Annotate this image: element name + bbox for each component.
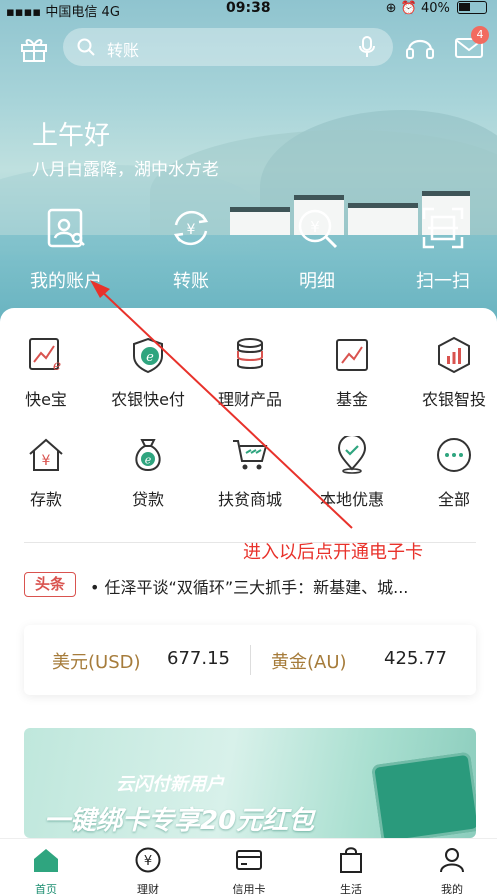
banner-line2: 一键绑卡专享20元红包 bbox=[44, 806, 315, 836]
search-icon bbox=[77, 38, 95, 56]
tab-home[interactable]: 首页 bbox=[16, 847, 76, 894]
service-label: 农银快e付 bbox=[111, 390, 185, 409]
service-label: 全部 bbox=[437, 490, 470, 509]
service-label: 扶贫商城 bbox=[217, 490, 282, 509]
svg-text:e: e bbox=[145, 454, 152, 467]
annotation-text: 进入以后点开通电子卡 bbox=[243, 542, 423, 563]
tab-label: 首页 bbox=[35, 883, 57, 894]
svg-text:¥: ¥ bbox=[187, 222, 196, 238]
usd-value: 677.15 bbox=[167, 648, 230, 669]
deposit-icon: ¥ bbox=[29, 438, 63, 471]
microphone-icon[interactable] bbox=[359, 36, 375, 58]
gold-value: 425.77 bbox=[384, 648, 447, 669]
svg-text:¥: ¥ bbox=[144, 854, 152, 869]
clock: 09:38 bbox=[226, 0, 271, 16]
service-label: 本地优惠 bbox=[319, 490, 384, 509]
headline-tag: 头条 bbox=[24, 572, 76, 597]
gift-icon[interactable] bbox=[20, 36, 48, 62]
service-label: 农银智投 bbox=[421, 390, 486, 409]
headset-icon[interactable] bbox=[405, 34, 435, 62]
rates-card[interactable]: 美元(USD) 677.15 黄金(AU) 425.77 bbox=[24, 625, 476, 695]
quick-action-transfer[interactable]: ¥ 转账 bbox=[131, 205, 251, 293]
bottom-tab-bar: 首页 ¥ 理财 信用卡 生活 我的 bbox=[0, 838, 497, 894]
tab-label: 生活 bbox=[340, 883, 362, 894]
carrier-label: 中国电信 bbox=[45, 5, 98, 20]
shopping-bag-icon bbox=[340, 847, 362, 873]
battery-icon bbox=[457, 1, 487, 14]
svg-text:¥: ¥ bbox=[42, 453, 51, 469]
tab-life[interactable]: 生活 bbox=[321, 847, 381, 894]
scan-icon bbox=[422, 207, 464, 249]
service-poverty-mall[interactable]: 扶贫商城 bbox=[200, 436, 300, 510]
profile-icon bbox=[440, 848, 464, 873]
yuan-icon: ¥ bbox=[135, 847, 161, 873]
service-smart-invest[interactable]: 农银智投 bbox=[404, 336, 497, 410]
quick-action-label: 转账 bbox=[173, 271, 209, 292]
service-local-offers[interactable]: 本地优惠 bbox=[302, 434, 402, 510]
service-kuaie-bao[interactable]: e 快e宝 bbox=[0, 336, 96, 410]
service-loan[interactable]: e 贷款 bbox=[98, 436, 198, 510]
svg-text:e: e bbox=[146, 350, 154, 365]
credit-card-icon bbox=[236, 850, 262, 870]
network-label: 4G bbox=[101, 5, 120, 20]
quick-action-details[interactable]: ¥ 明细 bbox=[257, 205, 377, 293]
tab-credit-card[interactable]: 信用卡 bbox=[219, 847, 279, 894]
banner-line1: 云闪付新用户 bbox=[116, 774, 224, 795]
kuaie-bao-icon: e bbox=[29, 338, 61, 374]
service-label: 快e宝 bbox=[25, 390, 67, 409]
tab-wealth[interactable]: ¥ 理财 bbox=[118, 847, 178, 894]
quick-action-label: 我的账户 bbox=[30, 271, 102, 292]
alarm-icon: ⏰ bbox=[400, 1, 417, 16]
headline-text[interactable]: • 任泽平谈“双循环”三大抓手：新基建、城... bbox=[90, 574, 480, 598]
account-icon bbox=[47, 208, 85, 248]
mail-badge: 4 bbox=[471, 26, 489, 44]
smart-invest-icon bbox=[438, 336, 470, 374]
loan-icon: e bbox=[135, 439, 161, 472]
svg-text:e: e bbox=[53, 358, 61, 374]
kuaie-pay-icon: e bbox=[133, 337, 163, 374]
local-offers-icon bbox=[337, 434, 367, 474]
wealth-product-icon bbox=[237, 338, 263, 369]
service-deposit[interactable]: ¥ 存款 bbox=[0, 436, 96, 510]
fund-icon bbox=[336, 339, 368, 371]
bank-card-illustration bbox=[370, 751, 476, 838]
service-all[interactable]: 全部 bbox=[404, 436, 497, 510]
greeting-subtitle: 八月白露降，湖中水方老 bbox=[32, 160, 219, 180]
service-label: 基金 bbox=[335, 390, 368, 409]
tab-label: 信用卡 bbox=[232, 883, 266, 894]
service-fund[interactable]: 基金 bbox=[302, 336, 402, 410]
lock-rotation-icon: ⊕ bbox=[385, 1, 397, 16]
search-bar[interactable]: 转账 bbox=[63, 28, 393, 66]
quick-action-my-account[interactable]: 我的账户 bbox=[6, 205, 126, 293]
quick-action-scan[interactable]: 扫一扫 bbox=[383, 205, 497, 293]
svg-text:¥: ¥ bbox=[310, 218, 320, 236]
service-label: 贷款 bbox=[131, 490, 164, 509]
search-input[interactable]: 转账 bbox=[107, 37, 139, 61]
tab-label: 我的 bbox=[441, 883, 463, 894]
tab-mine[interactable]: 我的 bbox=[422, 847, 482, 894]
service-label: 存款 bbox=[29, 490, 62, 509]
home-icon bbox=[34, 849, 58, 872]
quick-action-label: 扫一扫 bbox=[416, 271, 470, 292]
usd-label: 美元(USD) bbox=[52, 652, 141, 673]
tab-label: 理财 bbox=[137, 883, 159, 894]
greeting-title: 上午好 bbox=[32, 121, 111, 151]
details-icon: ¥ bbox=[298, 209, 338, 249]
transfer-icon: ¥ bbox=[173, 210, 209, 246]
poverty-mall-icon bbox=[233, 440, 268, 470]
service-wealth-product[interactable]: 理财产品 bbox=[200, 336, 300, 410]
battery-percent: 40% bbox=[420, 1, 450, 16]
service-kuaie-pay[interactable]: e 农银快e付 bbox=[98, 336, 198, 410]
signal-icon: ▪▪▪▪ bbox=[6, 5, 42, 20]
quick-action-label: 明细 bbox=[299, 271, 335, 292]
gold-label: 黄金(AU) bbox=[271, 652, 347, 673]
all-icon bbox=[437, 438, 471, 472]
status-bar: ▪▪▪▪ 中国电信 4G 09:38 ⊕ ⏰ 40% bbox=[0, 0, 497, 20]
promo-banner[interactable]: 云闪付新用户 一键绑卡专享20元红包 bbox=[24, 728, 476, 838]
service-label: 理财产品 bbox=[217, 390, 282, 409]
rate-divider bbox=[250, 645, 251, 675]
